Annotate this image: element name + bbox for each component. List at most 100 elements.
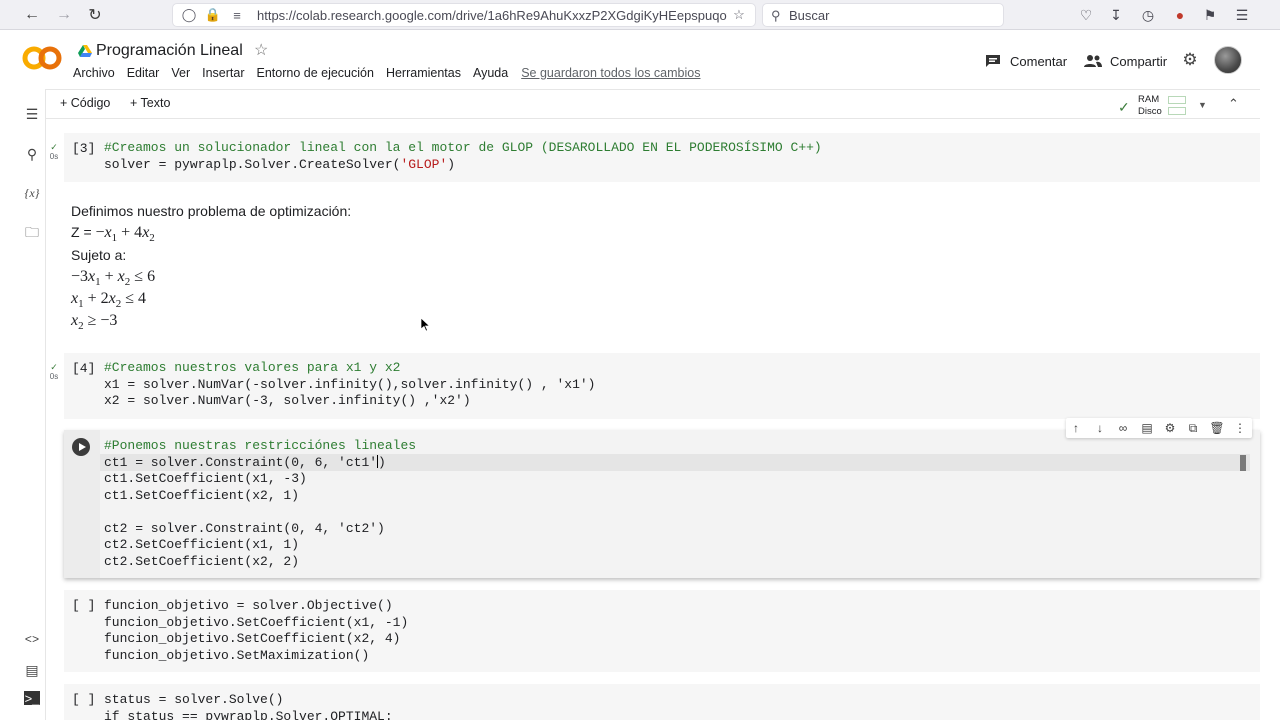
comment-icon[interactable]: ▤	[1139, 420, 1155, 436]
move-down-icon[interactable]: ↓	[1092, 420, 1108, 436]
code-string: 'GLOP'	[400, 156, 448, 172]
cell-time: 0s	[49, 372, 59, 381]
code-editor[interactable]: #Creamos un solucionador lineal con la e…	[104, 140, 822, 173]
constraint-2: x1 + 2x2 ≤ 4	[71, 290, 147, 311]
forward-icon[interactable]: →	[54, 5, 74, 25]
downloads-icon[interactable]: ↧	[1106, 5, 1126, 25]
delete-trash-icon[interactable]: 🗑	[1209, 420, 1225, 436]
more-options-icon[interactable]: ⋮	[1232, 420, 1248, 436]
move-up-icon[interactable]: ↑	[1068, 420, 1084, 436]
menu-editar[interactable]: Editar	[127, 66, 160, 84]
code-line: ct1.SetCoefficient(x1, -3)	[104, 471, 307, 486]
terminal-icon[interactable]: >_	[24, 691, 40, 706]
run-cell-button[interactable]	[72, 438, 90, 456]
cell-toolbar: ↑ ↓ ∞ ▤ ⚙ ⧉ 🗑 ⋮	[1066, 418, 1252, 438]
execution-count: [ ]	[72, 598, 96, 613]
code-comment: #Creamos un solucionador lineal con la e…	[104, 140, 822, 155]
link-icon[interactable]: ∞	[1115, 420, 1131, 436]
settings-gear-icon[interactable]: ⚙	[1162, 420, 1178, 436]
scrollbar-thumb[interactable]	[1240, 455, 1246, 471]
variables-icon[interactable]: {x}	[22, 183, 42, 203]
objective-function: Z = −x1 + 4x2	[71, 224, 155, 245]
share-label: Compartir	[1110, 53, 1168, 69]
text-cell[interactable]: Definimos nuestro problema de optimizaci…	[64, 184, 1260, 350]
notebook-toolbar: + Código + Texto ✓ RAM Disco ▼ ⌃	[46, 89, 1260, 119]
add-text-button[interactable]: + Texto	[130, 96, 170, 110]
url-text[interactable]: https://colab.research.google.com/drive/…	[257, 8, 727, 23]
code-line: solver = pywraplp.Solver.CreateSolver(	[104, 156, 401, 172]
menu-insertar[interactable]: Insertar	[202, 66, 244, 84]
notebook-title-area[interactable]: Programación Lineal	[78, 40, 243, 62]
star-icon[interactable]: ☆	[254, 40, 268, 60]
code-line: ct2.SetCoefficient(x2, 2)	[104, 553, 300, 569]
mouse-cursor-icon	[421, 318, 431, 332]
code-editor[interactable]: #Creamos nuestros valores para x1 y x2 x…	[104, 360, 595, 410]
hamburger-menu-icon[interactable]: ☰	[1232, 5, 1252, 25]
execution-count: [ ]	[72, 692, 96, 707]
code-cell-solve[interactable]: [ ] status = solver.Solve() if status ==…	[64, 684, 1260, 720]
code-comment: #Creamos nuestros valores para x1 y x2	[104, 360, 401, 375]
code-line-end: )	[447, 156, 456, 172]
code-line: ct2 = solver.Constraint(0, 4, 'ct2')	[104, 520, 385, 536]
code-snippets-icon[interactable]: <>	[22, 630, 42, 650]
menu-herramientas[interactable]: Herramientas	[386, 66, 461, 84]
menu-archivo[interactable]: Archivo	[73, 66, 115, 84]
menu-ayuda[interactable]: Ayuda	[473, 66, 508, 84]
folder-icon[interactable]: 🗀	[22, 224, 42, 244]
code-editor[interactable]: funcion_objetivo = solver.Objective() fu…	[104, 598, 408, 664]
comment-label: Comentar	[1010, 53, 1068, 69]
user-avatar[interactable]	[1214, 46, 1242, 74]
comment-button[interactable]: Comentar	[984, 50, 1067, 72]
code-line: x2 = solver.NumVar(-3, solver.infinity()…	[104, 393, 471, 408]
menu-ver[interactable]: Ver	[171, 66, 190, 84]
back-icon[interactable]: ←	[22, 5, 42, 25]
code-line: ct1.SetCoefficient(x2, 1)	[104, 487, 300, 503]
extensions-puzzle-icon[interactable]: ⚑	[1200, 5, 1220, 25]
share-button[interactable]: Compartir	[1084, 50, 1167, 72]
code-cell-4[interactable]: [4] #Creamos nuestros valores para x1 y …	[64, 353, 1260, 419]
chevron-down-icon[interactable]: ▼	[1198, 100, 1207, 110]
settings-gear-icon[interactable]: ⚙	[1181, 50, 1199, 69]
ram-bar	[1168, 96, 1186, 104]
command-palette-icon[interactable]: ▤	[22, 660, 42, 680]
history-icon[interactable]: ◷	[1138, 5, 1158, 25]
search-icon[interactable]: ⚲	[22, 144, 42, 164]
extension-icon[interactable]: ●	[1170, 5, 1190, 25]
code-comment: #Ponemos nuestras restricciónes lineales	[104, 438, 417, 453]
mirror-cell-icon[interactable]: ⧉	[1185, 420, 1201, 436]
browser-search-box[interactable]: ⚲ Buscar	[762, 3, 1004, 27]
chevron-up-icon[interactable]: ⌃	[1228, 96, 1239, 112]
menu-entorno[interactable]: Entorno de ejecución	[257, 66, 374, 84]
left-sidebar: ☰ ⚲ {x} 🗀 <> ▤ >_	[18, 89, 46, 720]
connected-check-icon: ✓	[1118, 99, 1130, 115]
permissions-icon[interactable]: ≡	[229, 7, 245, 23]
lock-icon[interactable]: 🔒	[205, 7, 221, 23]
colab-logo[interactable]	[22, 44, 62, 72]
table-of-contents-icon[interactable]: ☰	[22, 104, 42, 124]
browser-toolbar: ← → ↻ ◯ 🔒 ≡ https://colab.research.googl…	[0, 0, 1280, 30]
execution-count: [4]	[72, 361, 96, 376]
constraint-1: −3x1 + x2 ≤ 6	[71, 268, 156, 289]
reload-icon[interactable]: ↻	[85, 5, 105, 25]
pocket-icon[interactable]: ♡	[1076, 5, 1096, 25]
constraint-3: x2 ≥ −3	[71, 312, 118, 333]
active-code-cell[interactable]: #Ponemos nuestras restricciónes lineales…	[64, 430, 1260, 578]
drive-icon	[78, 45, 92, 57]
code-line: funcion_objetivo.SetMaximization()	[104, 647, 370, 663]
search-placeholder: Buscar	[789, 8, 830, 23]
code-line: status = solver.Solve()	[104, 692, 284, 707]
notebook-title[interactable]: Programación Lineal	[96, 42, 243, 60]
add-code-button[interactable]: + Código	[60, 96, 110, 110]
save-status[interactable]: Se guardaron todos los cambios	[521, 66, 700, 84]
address-bar[interactable]: ◯ 🔒 ≡ https://colab.research.google.com/…	[172, 3, 756, 27]
bookmark-star-icon[interactable]: ☆	[731, 7, 747, 23]
code-editor[interactable]: status = solver.Solve() if status == pyw…	[104, 692, 393, 720]
comment-icon	[984, 52, 1002, 70]
code-cell-3[interactable]: [3] #Creamos un solucionador lineal con …	[64, 133, 1260, 182]
code-line: x1 = solver.NumVar(-solver.infinity(),so…	[104, 376, 596, 392]
code-line: if status == pywraplp.Solver.OPTIMAL:	[104, 708, 393, 720]
shield-icon[interactable]: ◯	[181, 7, 197, 23]
code-cell-objective[interactable]: [ ] funcion_objetivo = solver.Objective(…	[64, 590, 1260, 672]
search-icon: ⚲	[771, 8, 781, 23]
code-editor[interactable]: #Ponemos nuestras restricciónes lineales…	[104, 438, 416, 570]
